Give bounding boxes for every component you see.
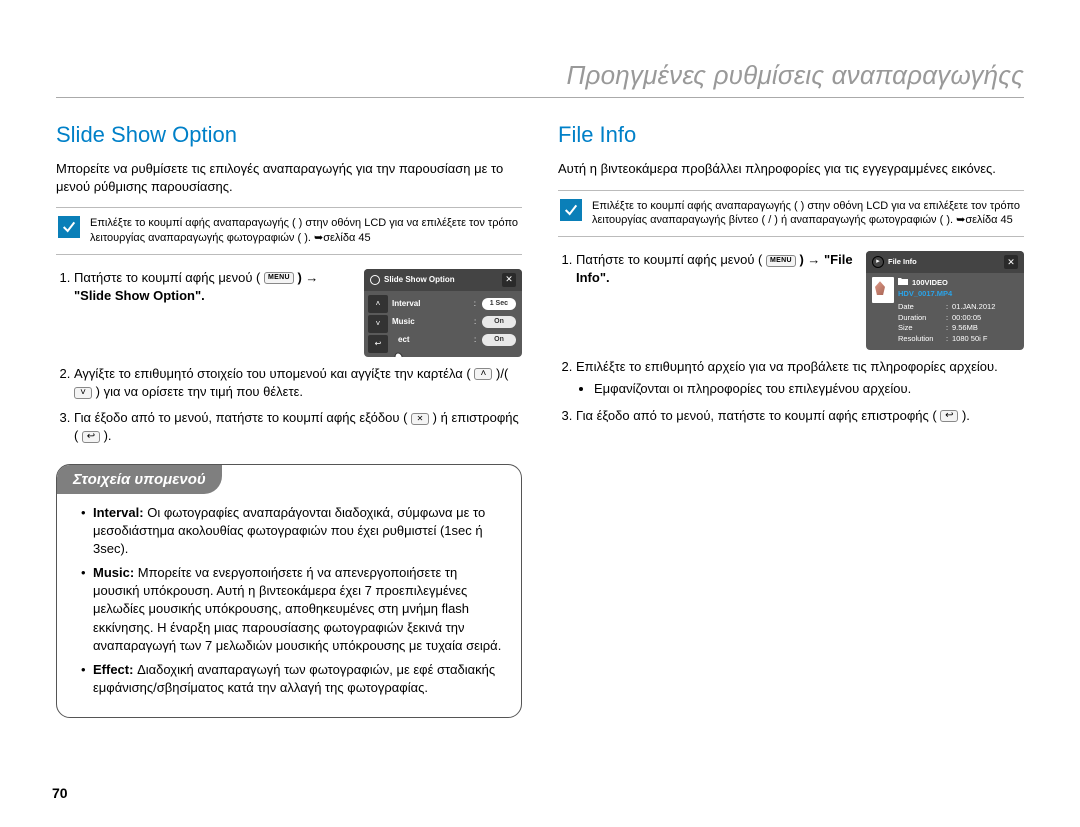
kv-size: Size:9.56MB bbox=[898, 323, 1016, 334]
step-2-text-b: )/( bbox=[496, 366, 508, 381]
steps-fileinfo: Πατήστε το κουμπί αφής μενού ( MENU ) → … bbox=[558, 251, 1024, 425]
submenu-desc: Μπορείτε να ενεργοποιήσετε ή να απενεργο… bbox=[93, 565, 501, 653]
close-icon: ✕ bbox=[502, 273, 516, 287]
down-icon bbox=[74, 387, 92, 399]
folder-row: 100VIDEO bbox=[898, 277, 1016, 289]
submenu-box: Στοιχεία υπομενού • Interval: Οι φωτογρα… bbox=[56, 464, 522, 719]
lcd-down-button: ˅ bbox=[368, 315, 388, 333]
submenu-label: Music: bbox=[93, 565, 134, 580]
lcd-row-value: On bbox=[482, 316, 516, 328]
step-1-text-a: Πατήστε το κουμπί αφής μενού ( bbox=[74, 270, 260, 285]
lcd-row-value: 1 Sec bbox=[482, 298, 516, 310]
lcd-title: File Info bbox=[888, 257, 917, 268]
note-box-fileinfo: Επιλέξτε το κουμπί αφής αναπαραγωγής ( )… bbox=[558, 190, 1024, 238]
note-text: Επιλέξτε το κουμπί αφής αναπαραγωγής ( )… bbox=[592, 199, 1022, 229]
step-2-sublist: Εμφανίζονται οι πληροφορίες του επιλεγμέ… bbox=[576, 380, 1024, 398]
lcd-row-effect: ect: On bbox=[392, 331, 516, 349]
play-mode-icon: ▸ bbox=[872, 256, 884, 268]
folder-icon bbox=[898, 277, 908, 289]
menu-button-icon: MENU bbox=[766, 255, 796, 267]
return-icon bbox=[940, 410, 958, 422]
step-3-text-a: Για έξοδο από το μενού, πατήστε το κουμπ… bbox=[576, 408, 937, 423]
submenu-label: Interval: bbox=[93, 505, 144, 520]
intro-slideshow: Μπορείτε να ρυθμίσετε τις επιλογές αναπα… bbox=[56, 160, 522, 195]
up-icon bbox=[474, 368, 492, 380]
step-3-text-a: Για έξοδο από το μενού, πατήστε το κουμπ… bbox=[74, 410, 407, 425]
lcd-title: Slide Show Option bbox=[384, 274, 455, 285]
lcd-row-value: On bbox=[482, 334, 516, 346]
lcd-row-label: Interval bbox=[392, 298, 470, 309]
submenu-desc: Οι φωτογραφίες αναπαράγονται διαδοχικά, … bbox=[93, 505, 485, 556]
lcd-up-button: ˄ bbox=[368, 295, 388, 313]
step-2-text: Επιλέξτε το επιθυμητό αρχείο για να προβ… bbox=[576, 359, 998, 374]
note-text: Επιλέξτε το κουμπί αφής αναπαραγωγής ( )… bbox=[90, 216, 520, 246]
lcd-preview-slideshow: Slide Show Option ✕ ˄ ˅ ↩ Inter bbox=[364, 269, 522, 357]
left-column: Slide Show Option Μπορείτε να ρυθμίσετε … bbox=[56, 122, 522, 718]
section-title-slideshow: Slide Show Option bbox=[56, 122, 522, 148]
step-3-text-c: ). bbox=[104, 428, 112, 443]
kv-date: Date:01.JAN.2012 bbox=[898, 302, 1016, 313]
page-number: 70 bbox=[52, 785, 68, 801]
right-column: File Info Αυτή η βιντεοκάμερα προβάλλει … bbox=[558, 122, 1024, 718]
submenu-label: Effect: bbox=[93, 662, 133, 677]
submenu-desc: Διαδοχική αναπαραγωγή των φωτογραφιών, μ… bbox=[93, 662, 495, 695]
lcd-return-button: ↩ bbox=[368, 335, 388, 353]
submenu-heading: Στοιχεία υπομενού bbox=[57, 465, 222, 494]
intro-fileinfo: Αυτή η βιντεοκάμερα προβάλλει πληροφορίε… bbox=[558, 160, 1024, 178]
file-thumbnail bbox=[872, 277, 894, 303]
section-title-fileinfo: File Info bbox=[558, 122, 1024, 148]
file-name: HDV_0017.MP4 bbox=[898, 289, 952, 300]
close-icon bbox=[411, 413, 429, 425]
steps-slideshow: Πατήστε το κουμπί αφής μενού ( MENU ) → … bbox=[56, 269, 522, 446]
submenu-item-interval: • Interval: Οι φωτογραφίες αναπαράγονται… bbox=[81, 504, 503, 559]
lcd-preview-fileinfo: ▸ File Info ✕ 100VIDEO bbox=[866, 251, 1024, 350]
submenu-item-effect: • Effect: Διαδοχική αναπαραγωγή των φωτο… bbox=[81, 661, 503, 697]
step-2-text-a: Αγγίξτε το επιθυμητό στοιχείο του υπομεν… bbox=[74, 366, 471, 381]
close-icon: ✕ bbox=[1004, 255, 1018, 269]
gear-icon bbox=[370, 275, 380, 285]
check-icon bbox=[58, 216, 80, 238]
lcd-row-label: Music bbox=[392, 316, 470, 327]
kv-resolution: Resolution:1080 50i F bbox=[898, 334, 1016, 345]
lcd-row-music: Music: On bbox=[392, 313, 516, 331]
note-box-slideshow: Επιλέξτε το κουμπί αφής αναπαραγωγής ( )… bbox=[56, 207, 522, 255]
step-2-text-c: ) για να ορίσετε την τιμή που θέλετε. bbox=[96, 384, 303, 399]
step-1-text-a: Πατήστε το κουμπί αφής μενού ( bbox=[576, 252, 762, 267]
folder-name: 100VIDEO bbox=[912, 278, 948, 289]
step-2-bullet: Εμφανίζονται οι πληροφορίες του επιλεγμέ… bbox=[594, 380, 1024, 398]
submenu-item-music: • Music: Μπορείτε να ενεργοποιήσετε ή να… bbox=[81, 564, 503, 655]
chapter-title: Προηγμένες ρυθμίσεις αναπαραγωγήςς bbox=[56, 60, 1024, 98]
step-3-text-b: ). bbox=[962, 408, 970, 423]
check-icon bbox=[560, 199, 582, 221]
return-icon bbox=[82, 431, 100, 443]
file-row: HDV_0017.MP4 bbox=[898, 289, 1016, 300]
lcd-row-interval: Interval: 1 Sec bbox=[392, 295, 516, 313]
menu-button-icon: MENU bbox=[264, 272, 294, 284]
kv-duration: Duration:00:00:05 bbox=[898, 313, 1016, 324]
